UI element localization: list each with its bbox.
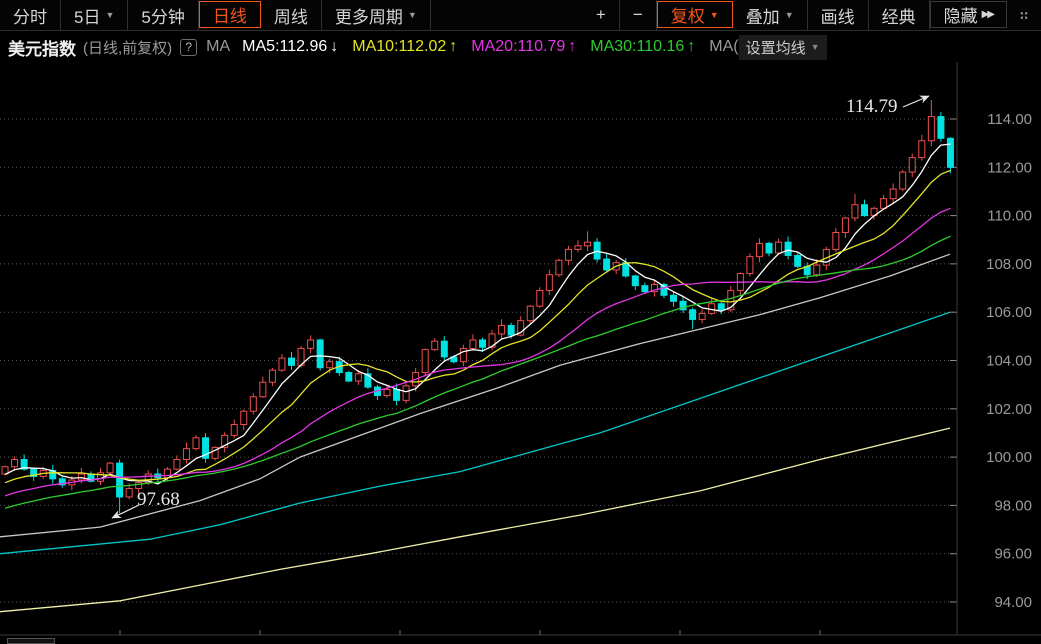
axis-lines	[0, 62, 1041, 635]
svg-text:112.00: 112.00	[987, 159, 1032, 176]
svg-text:114.00: 114.00	[987, 111, 1032, 128]
svg-text:108.00: 108.00	[986, 256, 1032, 273]
tab-more-periods-label: 更多周期	[335, 3, 403, 28]
gridlines	[0, 119, 957, 602]
ma20-text: MA20:110.79	[471, 38, 565, 55]
ma-line-ma30	[5, 236, 951, 508]
tab-5day[interactable]: 5日 ▼	[61, 0, 128, 30]
svg-text:110.00: 110.00	[987, 208, 1032, 225]
candlestick-chart[interactable]: 114.00 112.00 110.00 108.00 106.00 104.00 102.…	[0, 62, 1041, 644]
svg-text:98.00: 98.00	[994, 497, 1032, 514]
draw-line-button[interactable]: 画线	[808, 0, 869, 30]
ma-settings-button[interactable]: 设置均线 ▼	[739, 35, 827, 60]
chevron-down-icon: ▼	[785, 10, 794, 20]
ma-line-ma20	[5, 208, 951, 496]
toolbar-spacer	[431, 0, 583, 30]
arrow-down-icon: ↓	[330, 38, 338, 55]
tab-more-periods[interactable]: 更多周期 ▼	[322, 0, 431, 30]
classic-mode-button[interactable]: 经典	[869, 0, 930, 30]
svg-text:94.00: 94.00	[994, 594, 1032, 611]
ma-settings-label: 设置均线	[746, 37, 806, 58]
ma5-text: MA5:112.96	[242, 38, 327, 55]
candles	[2, 100, 953, 513]
ma30-value: MA30:110.16↑	[590, 38, 695, 56]
arrow-up-icon: ↑	[687, 38, 695, 55]
ma-group-label: MA	[206, 38, 230, 56]
svg-text:96.00: 96.00	[994, 546, 1032, 563]
price-annotation-114.79: 114.79	[846, 96, 929, 117]
help-button[interactable]: ?	[180, 39, 197, 56]
y-axis-labels: 114.00 112.00 110.00 108.00 106.00 104.00 102.…	[986, 111, 1032, 611]
svg-text:104.00: 104.00	[986, 353, 1032, 370]
arrow-up-icon: ↑	[449, 38, 457, 55]
adjust-label: 复权	[671, 2, 705, 27]
arrow-up-icon: ↑	[568, 38, 576, 55]
fullscreen-expand-icon	[1020, 6, 1028, 25]
top-toolbar: 分时 5日 ▼ 5分钟 日线 周线 更多周期 ▼ + − 复权 ▼ 叠加 ▼ 画…	[0, 0, 1041, 31]
hide-button[interactable]: 隐藏 ▶▶	[930, 1, 1007, 28]
tab-daily[interactable]: 日线	[199, 1, 261, 28]
ma5-value: MA5:112.96↓	[242, 38, 338, 56]
ma-line-ma5	[5, 144, 951, 484]
ma-line-ma10	[5, 170, 951, 482]
svg-text:114.79: 114.79	[846, 96, 898, 117]
fullscreen-button[interactable]	[1007, 0, 1041, 30]
chevron-down-icon: ▼	[811, 42, 820, 52]
ma-legend-bar: 美元指数 (日线,前复权) ? MA MA5:112.96↓ MA10:112.…	[0, 32, 1041, 62]
ma-clipped-label: MA(	[709, 38, 738, 56]
svg-text:97.68: 97.68	[137, 489, 180, 510]
overlay-dropdown-button[interactable]: 叠加 ▼	[733, 0, 808, 30]
overlay-label: 叠加	[746, 3, 780, 28]
ma10-value: MA10:112.02↑	[352, 38, 457, 56]
chart-type-label: (日线,前复权)	[83, 37, 172, 58]
zoom-in-button[interactable]: +	[583, 0, 620, 30]
ma20-value: MA20:110.79↑	[471, 38, 576, 56]
ma-line-ma250	[0, 428, 950, 612]
svg-text:106.00: 106.00	[986, 304, 1032, 321]
tab-5day-label: 5日	[74, 3, 100, 28]
tab-intraday[interactable]: 分时	[0, 0, 61, 30]
svg-text:102.00: 102.00	[986, 401, 1032, 418]
adjust-dropdown-button[interactable]: 复权 ▼	[657, 1, 733, 28]
symbol-name: 美元指数	[8, 35, 76, 60]
ma10-text: MA10:112.02	[352, 38, 446, 55]
tab-weekly[interactable]: 周线	[261, 0, 322, 30]
chevron-down-icon: ▼	[408, 10, 417, 20]
chart-app-window: { "toolbar": { "left": [ {"label": "分时"}…	[0, 0, 1041, 644]
x-axis-label-stub	[7, 638, 55, 644]
ma30-text: MA30:110.16	[590, 38, 684, 55]
hide-label: 隐藏	[944, 2, 978, 27]
chevron-down-icon: ▼	[710, 10, 719, 20]
chevron-down-icon: ▼	[105, 10, 114, 20]
svg-text:100.00: 100.00	[986, 449, 1032, 466]
tab-5min[interactable]: 5分钟	[128, 0, 198, 30]
double-arrow-right-icon: ▶▶	[982, 9, 993, 20]
zoom-out-button[interactable]: −	[620, 0, 657, 30]
